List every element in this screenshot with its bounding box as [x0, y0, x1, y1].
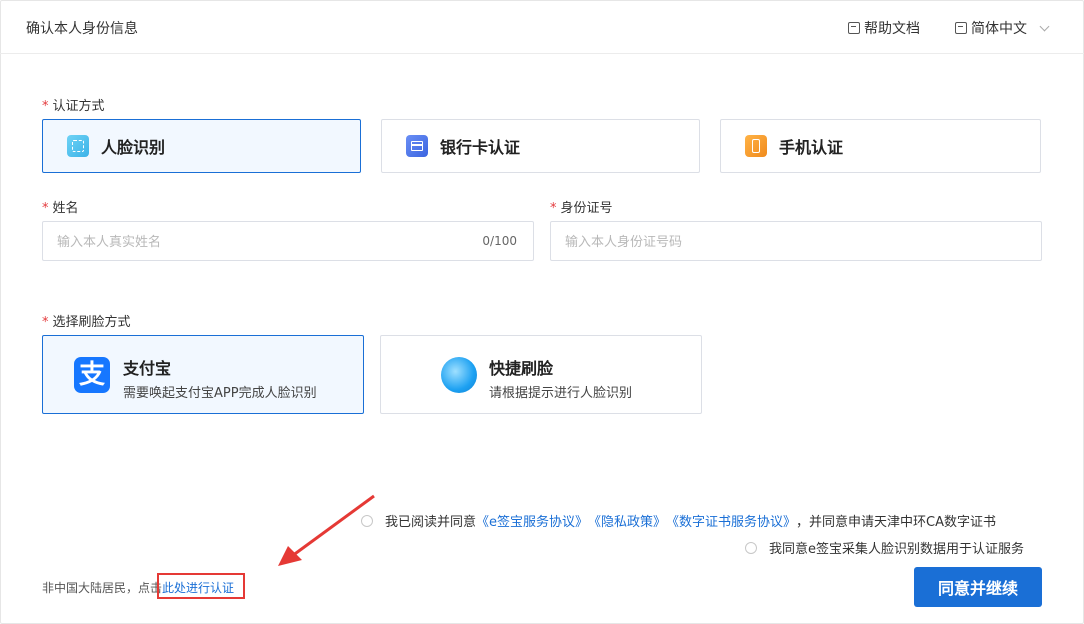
method-face-recognition[interactable]: 人脸识别 — [42, 119, 361, 173]
chevron-down-icon — [1039, 21, 1050, 31]
agreement-line-2: 我同意e签宝采集人脸识别数据用于认证服务 — [745, 538, 1024, 557]
quick-face-title: 快捷刷脸 — [489, 359, 554, 378]
scan-option-alipay[interactable]: 支 支付宝 需要唤起支付宝APP完成人脸识别 — [42, 335, 364, 414]
id-label: * 身份证号 — [550, 197, 613, 216]
required-mark: * — [42, 315, 49, 330]
name-input[interactable] — [55, 222, 459, 262]
non-mainland-prefix: 非中国大陆居民，点击 — [42, 581, 163, 595]
alipay-icon: 支 — [74, 357, 110, 393]
method-phone-label: 手机认证 — [779, 138, 844, 157]
quick-face-desc: 请根据提示进行人脸识别 — [489, 386, 633, 401]
agreement-1-suffix: ，并同意申请天津中环CA数字证书 — [796, 515, 997, 530]
auth-method-label: * 认证方式 — [42, 95, 105, 114]
required-mark: * — [42, 99, 49, 114]
agree-continue-button[interactable]: 同意并继续 — [914, 567, 1042, 607]
privacy-policy-link[interactable]: 《隐私政策》 — [588, 511, 666, 530]
agreement-line-1: 我已阅读并同意 《e签宝服务协议》 《隐私政策》 《数字证书服务协议》 ，并同意… — [361, 511, 996, 530]
agreement-2-text: 我同意e签宝采集人脸识别数据用于认证服务 — [769, 542, 1024, 557]
header: 确认本人身份信息 帮助文档 简体中文 — [0, 0, 1084, 54]
help-docs-label: 帮助文档 — [864, 21, 920, 37]
alipay-title: 支付宝 — [123, 359, 172, 378]
id-label-text: 身份证号 — [560, 201, 613, 216]
name-label-text: 姓名 — [52, 201, 79, 216]
name-char-counter: 0/100 — [482, 234, 517, 248]
page-title: 确认本人身份信息 — [26, 21, 138, 37]
alipay-desc: 需要唤起支付宝APP完成人脸识别 — [123, 386, 317, 401]
page-frame — [0, 0, 1084, 624]
agreement-1-prefix: 我已阅读并同意 — [385, 515, 477, 530]
method-bank-card[interactable]: 银行卡认证 — [381, 119, 700, 173]
language-icon — [955, 22, 967, 34]
id-field — [550, 221, 1042, 262]
method-bank-label: 银行卡认证 — [440, 138, 521, 157]
annotation-highlight-box — [157, 573, 245, 599]
agreement-1-radio[interactable] — [361, 514, 373, 527]
language-selector[interactable]: 简体中文 — [955, 18, 1050, 38]
quick-face-icon — [441, 357, 477, 393]
name-field: 0/100 — [42, 221, 534, 262]
agreement-2-radio[interactable] — [745, 541, 757, 554]
auth-method-label-text: 认证方式 — [52, 99, 105, 114]
digital-cert-agreement-link[interactable]: 《数字证书服务协议》 — [666, 511, 796, 530]
bank-card-icon — [406, 135, 428, 157]
help-docs-link[interactable]: 帮助文档 — [848, 18, 920, 38]
document-icon — [848, 22, 860, 34]
method-face-label: 人脸识别 — [101, 138, 166, 157]
method-phone[interactable]: 手机认证 — [720, 119, 1041, 173]
scan-method-label-text: 选择刷脸方式 — [52, 315, 131, 330]
required-mark: * — [550, 201, 557, 216]
esign-service-agreement-link[interactable]: 《e签宝服务协议》 — [476, 511, 588, 530]
scan-option-quick-face[interactable]: 快捷刷脸 请根据提示进行人脸识别 — [380, 335, 702, 414]
name-label: * 姓名 — [42, 197, 79, 216]
annotation-arrow — [278, 494, 375, 566]
phone-icon — [745, 135, 767, 157]
id-number-input[interactable] — [563, 222, 967, 262]
face-scan-icon — [67, 135, 89, 157]
scan-method-label: * 选择刷脸方式 — [42, 311, 131, 330]
language-label: 简体中文 — [971, 21, 1027, 37]
required-mark: * — [42, 201, 49, 216]
